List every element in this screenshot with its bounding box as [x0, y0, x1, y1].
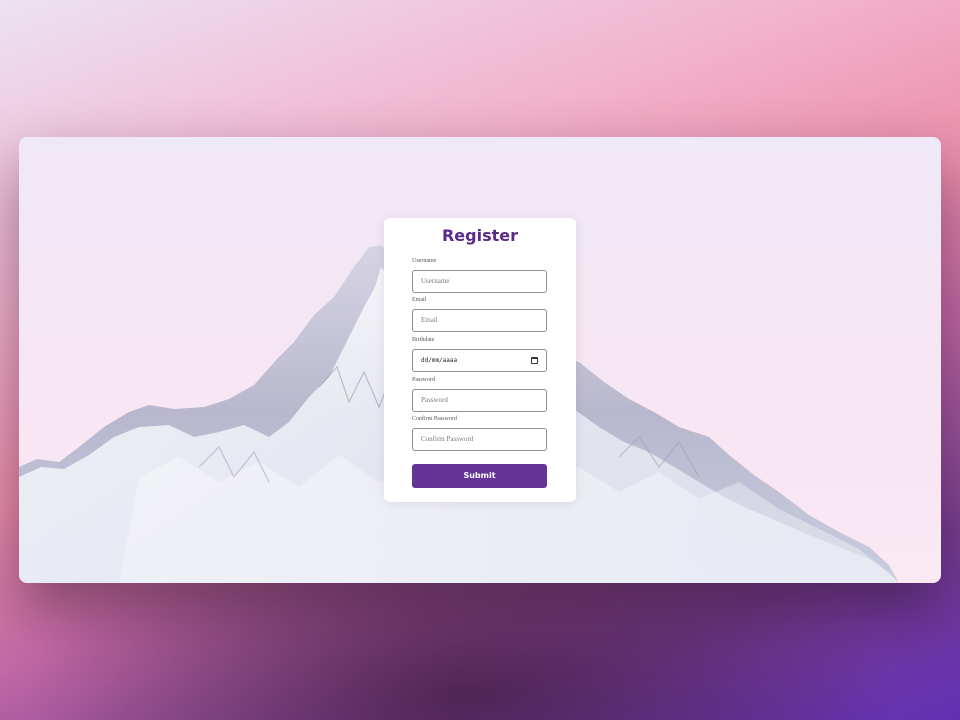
submit-button[interactable]: Submit: [412, 464, 547, 488]
confirm-password-placeholder: Confirm Password: [421, 435, 474, 443]
password-input[interactable]: Password: [412, 389, 547, 412]
username-label: Username: [412, 258, 437, 264]
calendar-icon[interactable]: [531, 357, 538, 364]
email-input[interactable]: Email: [412, 309, 547, 332]
birthdate-label: Birthdate: [412, 337, 435, 343]
password-label: Password: [412, 377, 436, 383]
email-placeholder: Email: [421, 316, 438, 324]
username-placeholder: Username: [421, 277, 450, 285]
password-placeholder: Password: [421, 396, 448, 404]
form-title: Register: [441, 226, 519, 245]
birthdate-placeholder: dd/mm/aaaa: [421, 357, 458, 364]
confirm-password-input[interactable]: Confirm Password: [412, 428, 547, 451]
register-form: Register Username Username Email Email B…: [384, 218, 576, 502]
birthdate-input[interactable]: dd/mm/aaaa: [412, 349, 547, 372]
confirm-password-label: Confirm Password: [412, 416, 457, 422]
username-input[interactable]: Username: [412, 270, 547, 293]
email-label: Email: [412, 297, 427, 303]
